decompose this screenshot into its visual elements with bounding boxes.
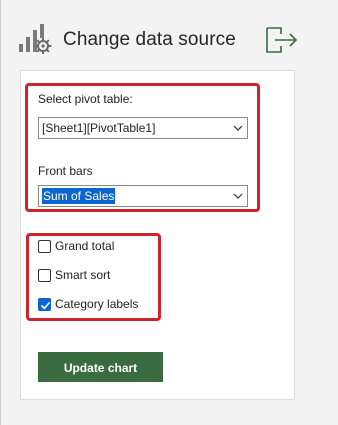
chart-gear-icon <box>19 24 52 54</box>
pivot-table-value: [Sheet1][PivotTable1] <box>42 121 156 135</box>
chevron-down-icon <box>233 125 243 131</box>
pivot-table-label: Select pivot table: <box>38 92 133 106</box>
pane-header: Change data source <box>1 0 338 70</box>
front-bars-label: Front bars <box>38 164 93 178</box>
chevron-down-icon <box>233 193 243 199</box>
update-chart-button[interactable]: Update chart <box>38 352 163 382</box>
add-in-pane: Change data source Select pivot table: [… <box>0 0 338 425</box>
front-bars-value: Sum of Sales <box>42 188 116 204</box>
sign-out-icon[interactable] <box>265 26 299 54</box>
category-labels-checkbox[interactable] <box>38 298 51 311</box>
pivot-table-select[interactable]: [Sheet1][PivotTable1] <box>38 117 248 139</box>
checkmark-icon <box>40 301 51 310</box>
category-labels-label: Category labels <box>55 297 139 311</box>
grand-total-checkbox[interactable] <box>38 240 51 253</box>
smart-sort-checkbox[interactable] <box>38 269 51 282</box>
grand-total-label: Grand total <box>55 239 115 253</box>
page-title: Change data source <box>63 29 236 50</box>
front-bars-select[interactable]: Sum of Sales <box>38 185 248 207</box>
smart-sort-label: Smart sort <box>55 268 111 282</box>
